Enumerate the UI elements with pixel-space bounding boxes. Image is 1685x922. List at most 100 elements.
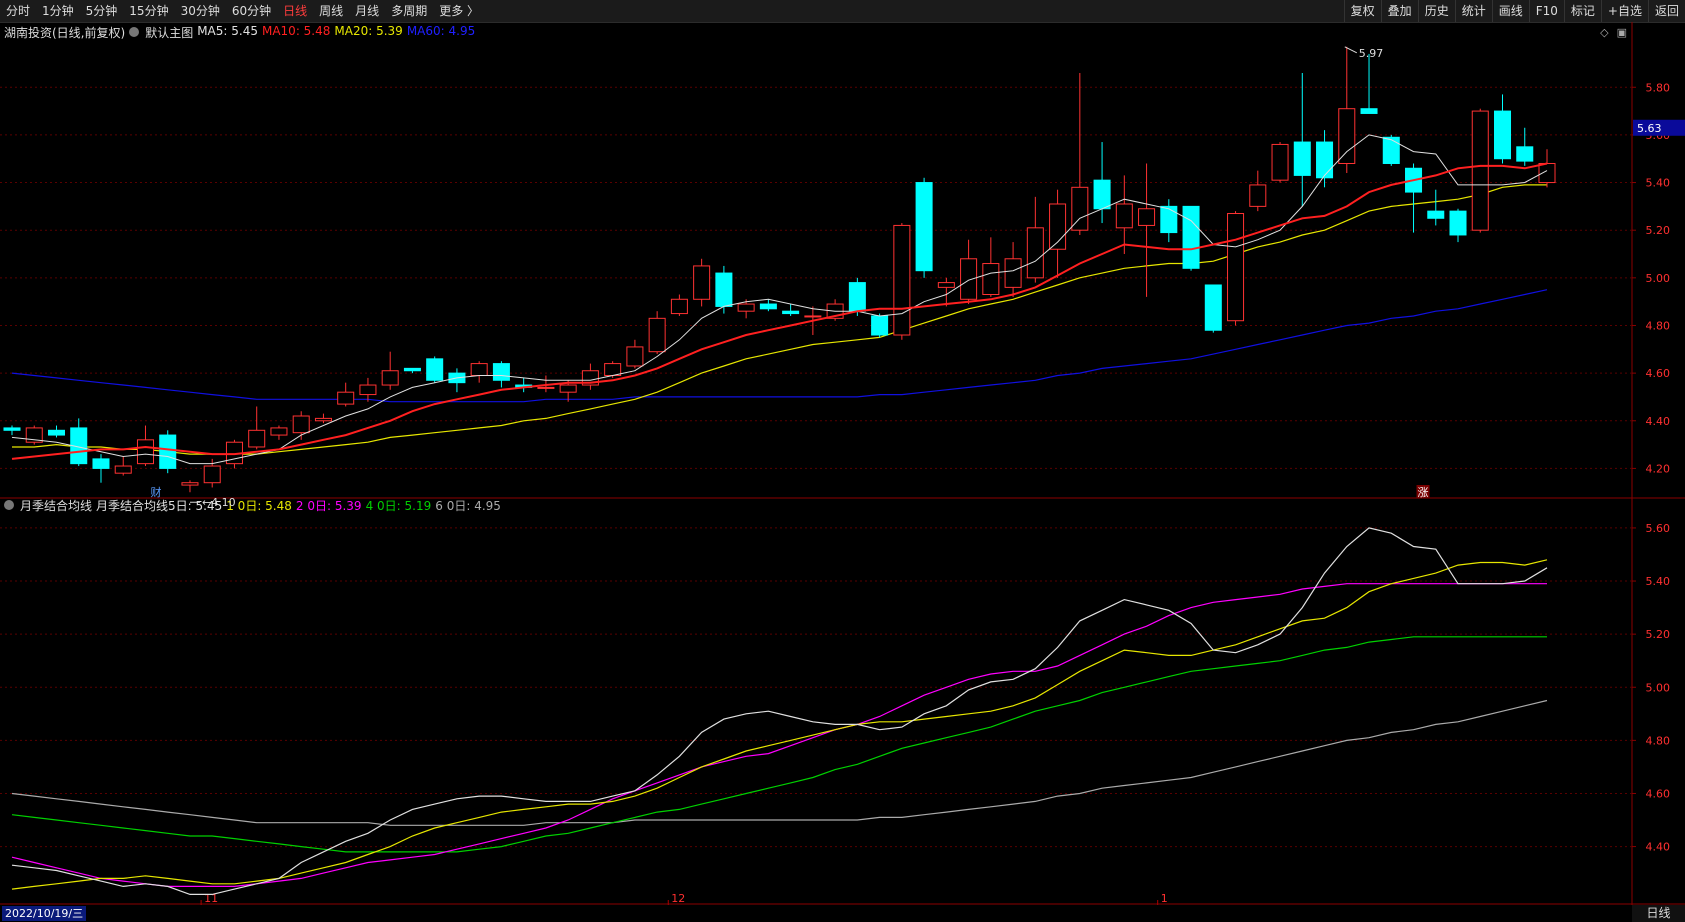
tool-button-8[interactable]: 返回 [1647,0,1685,22]
event-marker-finance: 财 [150,485,161,499]
candle-up [1271,143,1289,181]
candle-up [181,482,199,486]
candle-down [1493,110,1512,160]
chart-area[interactable]: 5.805.605.405.205.004.804.604.404.205.60… [0,22,1685,905]
event-marker-rise: 涨 [1418,486,1429,499]
period-tab-9[interactable]: 多周期 [385,0,433,22]
candle-up [470,363,488,377]
candle-down [92,458,110,469]
ma5-line [11,134,1548,465]
period-tab-10[interactable]: 更多 〉 [433,0,485,22]
candle-down [492,363,510,381]
sub-y-tick: 5.40 [1646,575,1671,588]
candle-down [1316,141,1334,179]
sub-y-tick: 5.20 [1646,628,1671,641]
main-y-tick: 5.20 [1646,224,1671,237]
candle-up [537,386,555,389]
candle-down [915,182,933,272]
main-y-tick: 5.80 [1646,81,1671,94]
candle-up [1227,213,1245,322]
sub-y-tick: 4.40 [1646,841,1671,854]
candle-down [1204,284,1222,331]
candle-up [359,384,377,396]
candle-up [1338,108,1356,164]
candle-up [1471,110,1489,231]
low-label: ←4.10 [202,496,236,509]
candle-down [403,367,421,372]
month-label: 1 [1161,892,1168,905]
period-indicator[interactable]: 日线 [1632,905,1685,922]
candle-down [1516,146,1534,162]
ma10-line [11,162,1548,460]
high-label: 5.97 [1359,47,1384,60]
sub-60d-line [11,699,1548,826]
candle-down [1182,205,1200,269]
candle-up [1026,227,1044,279]
candle-down [1160,205,1178,234]
candle-down [159,434,177,469]
candle-up [1115,203,1133,229]
candle-up [1004,258,1022,288]
main-y-tick: 5.00 [1646,272,1671,285]
candle-up [1249,184,1267,207]
candle-down [1093,179,1111,210]
period-tab-1[interactable]: 1分钟 [36,0,80,22]
candle-up [804,315,822,318]
candle-down [759,303,777,310]
tool-button-1[interactable]: 叠加 [1380,0,1418,22]
sub-y-tick: 4.60 [1646,787,1671,800]
candle-up [693,265,711,300]
candle-up [136,439,154,465]
tool-bar-right: 复权 叠加 历史 统计 画线 F10 标记 +自选 返回 [1343,0,1685,22]
candle-up [648,317,666,353]
candle-up [559,384,577,393]
candle-down [1427,210,1445,219]
tool-button-0[interactable]: 复权 [1343,0,1381,22]
candle-up [626,346,644,367]
main-y-tick: 4.20 [1646,462,1671,475]
candle-up [1538,162,1556,184]
ma60-line [11,289,1548,403]
tool-button-3[interactable]: 统计 [1454,0,1492,22]
candle-down [715,272,733,307]
candle-up [203,465,221,484]
candle-up [314,417,332,422]
period-tab-0[interactable]: 分时 [0,0,36,22]
candle-down [1360,108,1378,114]
candle-up [292,415,310,434]
time-axis [0,905,1685,922]
candle-up [937,282,955,288]
main-y-tick: 4.40 [1646,415,1671,428]
period-tab-2[interactable]: 5分钟 [80,0,124,22]
candle-up [982,263,1000,296]
ma20-line [12,184,1547,455]
tool-button-4[interactable]: 画线 [1491,0,1529,22]
candle-down [782,310,800,315]
period-tab-4[interactable]: 30分钟 [175,0,226,22]
tool-button-5[interactable]: F10 [1528,0,1564,22]
period-tab-7[interactable]: 周线 [313,0,349,22]
tool-button-7[interactable]: +自选 [1600,0,1648,22]
current-date: 2022/10/19/三 [2,906,87,921]
candle-up [381,370,399,386]
candle-up [270,427,288,436]
toolbar: 分时 1分钟 5分钟 15分钟 30分钟 60分钟 日线 周线 月线 多周期 更多 〉 复权 叠加 历史… [0,0,1685,23]
candle-down [848,282,866,312]
tool-button-2[interactable]: 历史 [1417,0,1455,22]
sub-20d-line [11,583,1547,888]
main-y-tick: 4.80 [1646,319,1671,332]
period-bar: 分时 1分钟 5分钟 15分钟 30分钟 60分钟 日线 周线 月线 多周期 更多 〉 [0,0,485,22]
period-tab-3[interactable]: 15分钟 [123,0,174,22]
month-label: 12 [671,892,685,905]
candle-up [337,391,355,405]
period-tab-5[interactable]: 60分钟 [226,0,277,22]
tool-button-6[interactable]: 标记 [1563,0,1601,22]
period-tab-8[interactable]: 月线 [349,0,385,22]
last-price-tag: 5.63 [1637,122,1662,135]
period-tab-6[interactable]: 日线 [277,0,313,22]
candle-down [47,429,66,436]
candle-up [114,465,132,474]
sub-y-tick: 5.00 [1646,681,1671,694]
candle-up [960,258,978,300]
main-y-tick: 5.40 [1646,177,1671,190]
